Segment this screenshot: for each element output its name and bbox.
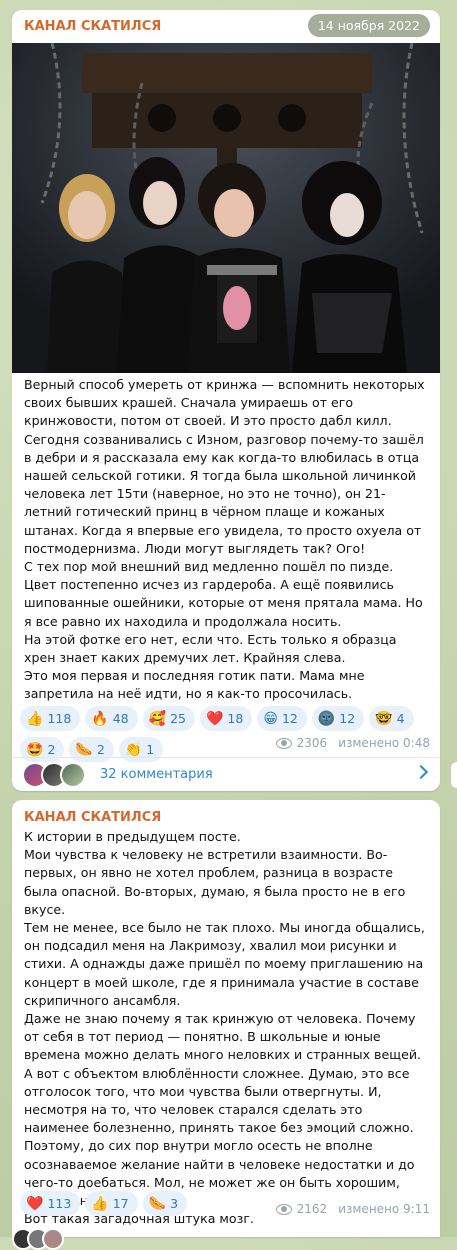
- side-action-button[interactable]: [451, 762, 457, 788]
- eye-icon: [275, 1203, 292, 1215]
- paragraph: Тем не менее, все было не так плохо. Мы …: [24, 920, 425, 1008]
- reaction-hotdog[interactable]: 🌭 3: [142, 1191, 188, 1216]
- reaction-count: 48: [112, 711, 129, 726]
- reaction-smiling-hearts[interactable]: 🥰 25: [142, 706, 195, 731]
- avatar: [42, 1228, 64, 1250]
- paragraph: Мои чувства к человеку не встретили взаи…: [24, 847, 406, 917]
- channel-name[interactable]: КАНАЛ СКАТИЛСЯ: [24, 810, 161, 825]
- date-badge: 14 ноября 2022: [307, 14, 430, 37]
- hotdog-icon: 🌭: [75, 741, 93, 758]
- reaction-count: 2: [96, 742, 105, 757]
- reaction-grin[interactable]: 😁 12: [257, 706, 307, 731]
- reaction-heart[interactable]: ❤️ 18: [199, 706, 253, 731]
- hotdog-icon: 🌭: [148, 1195, 167, 1212]
- commenter-avatars: [22, 761, 86, 788]
- paragraph: К истории в предыдущем посте.: [24, 829, 241, 844]
- channel-name[interactable]: КАНАЛ СКАТИЛСЯ: [24, 19, 161, 34]
- edited-time: изменено 0:48: [338, 736, 430, 750]
- reaction-count: 3: [170, 1196, 179, 1211]
- reactions-bar: 👍 118 🔥 48 🥰 25 ❤️ 18 😁 12 🌚 12 🤓 4 🤩 2 🌭 2 👏 1: [20, 706, 436, 762]
- reaction-count: 12: [339, 711, 356, 726]
- post-text: К истории в предыдущем посте. Мои чувств…: [12, 828, 440, 1228]
- paragraph: С тех пор мой внешний вид медленно пошёл…: [24, 559, 423, 629]
- avatar: [60, 761, 86, 788]
- paragraph: А вот с объектом влюблённости сложнее. Д…: [24, 1065, 415, 1208]
- paragraph: На этой фотке его нет, если что. Есть то…: [24, 631, 397, 666]
- paragraph: Это моя первая и последняя готик пати. М…: [24, 668, 365, 702]
- reaction-nerd[interactable]: 🤓 4: [369, 706, 414, 731]
- edited-time: изменено 9:11: [338, 1202, 430, 1216]
- reaction-count: 12: [281, 711, 298, 726]
- view-count: 2162: [296, 1202, 328, 1216]
- eye-icon: [275, 737, 292, 749]
- reaction-count: 18: [227, 711, 244, 726]
- post-photo[interactable]: [12, 43, 440, 373]
- comments-button[interactable]: 32 комментария: [12, 757, 440, 791]
- star-struck-icon: 🤩: [26, 741, 44, 758]
- clap-icon: 👏: [124, 741, 143, 758]
- reaction-count: 4: [396, 711, 405, 726]
- reaction-count: 1: [146, 742, 155, 757]
- view-count: 2306: [296, 736, 328, 750]
- reaction-count: 25: [170, 711, 186, 726]
- smiling-hearts-icon: 🥰: [148, 710, 167, 727]
- reaction-count: 118: [47, 711, 72, 726]
- post-text: Верный способ умереть от кринжа — вспомн…: [12, 376, 440, 704]
- chevron-right-icon: [413, 764, 429, 780]
- heart-icon: ❤️: [26, 1195, 44, 1212]
- paragraph: Верный способ умереть от кринжа — вспомн…: [24, 377, 425, 429]
- channel-post[interactable]: КАНАЛ СКАТИЛСЯ К истории в предыдущем по…: [12, 800, 440, 1237]
- new-moon-face-icon: 🌚: [317, 710, 336, 727]
- reaction-fire[interactable]: 🔥 48: [85, 706, 138, 731]
- commenter-avatars: [12, 1228, 64, 1250]
- fire-icon: 🔥: [91, 710, 109, 727]
- comments-count-label[interactable]: 32 комментария: [100, 767, 213, 782]
- paragraph: Сегодня созванивались с Изном, разговор …: [24, 431, 424, 556]
- thumbs-up-icon: 👍: [26, 710, 44, 727]
- nerd-face-icon: 🤓: [375, 710, 393, 727]
- channel-post[interactable]: КАНАЛ СКАТИЛСЯ 14 ноября 2022 Верный спо…: [12, 10, 440, 791]
- reaction-count: 2: [47, 742, 56, 757]
- reaction-heart[interactable]: ❤️ 113: [20, 1191, 81, 1216]
- grin-icon: 😁: [263, 710, 278, 727]
- thumbs-up-icon: 👍: [91, 1195, 109, 1212]
- heart-icon: ❤️: [205, 710, 224, 727]
- reactions-bar: ❤️ 113 👍 17 🌭 3: [20, 1191, 280, 1216]
- reaction-count: 17: [112, 1196, 129, 1211]
- paragraph: Даже не знаю почему я так кринжую от чел…: [24, 1011, 422, 1063]
- post-meta: 2162 изменено 9:11: [275, 1202, 430, 1216]
- reaction-thumbs-up[interactable]: 👍 17: [85, 1191, 138, 1216]
- reaction-thumbs-up[interactable]: 👍 118: [20, 706, 81, 731]
- post-meta: 2306 изменено 0:48: [275, 736, 430, 750]
- reaction-count: 113: [47, 1196, 72, 1211]
- reaction-new-moon[interactable]: 🌚 12: [311, 706, 365, 731]
